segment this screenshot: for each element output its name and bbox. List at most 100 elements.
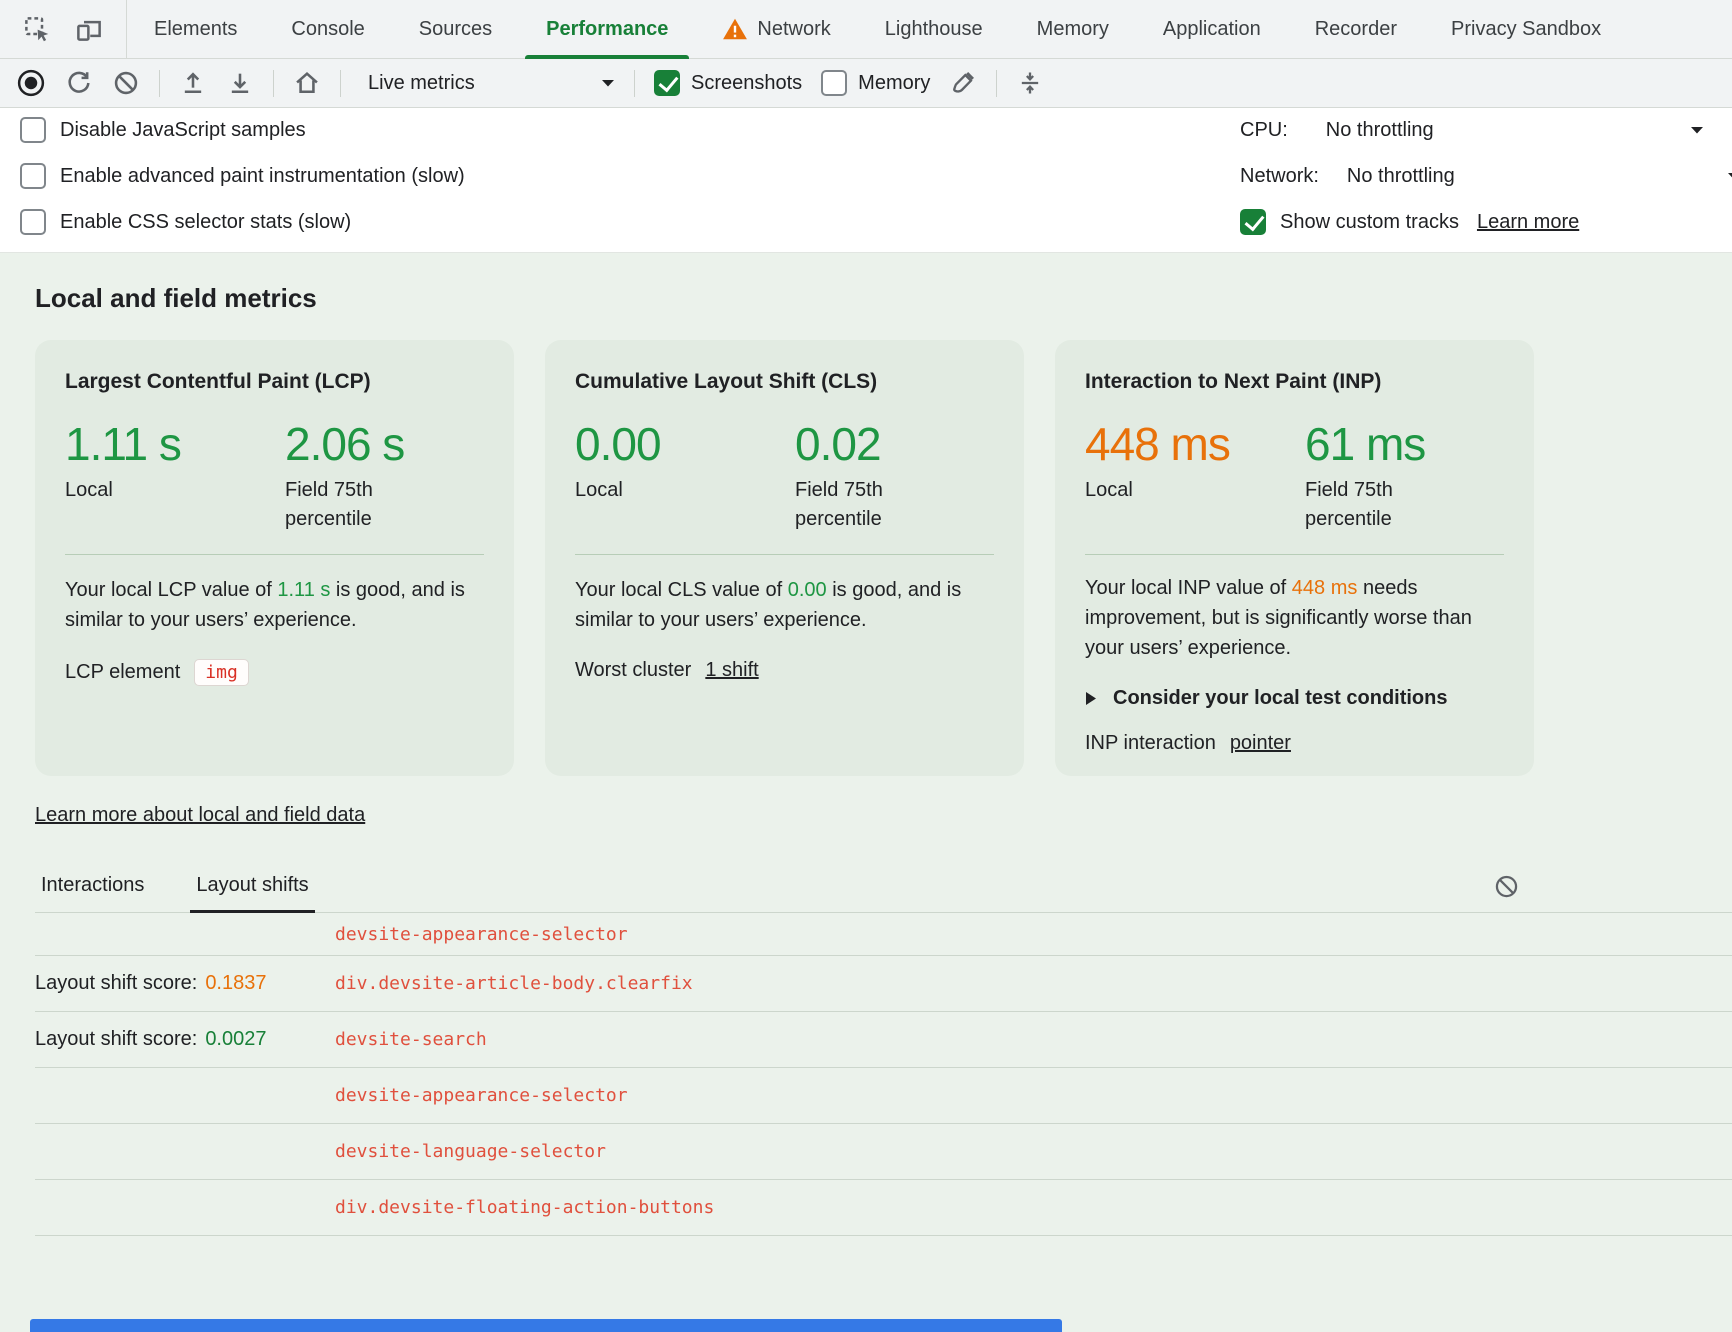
field-label: Field 75th percentile: [1305, 476, 1437, 534]
toolbar-separator: [634, 70, 635, 97]
shift-score: Layout shift score:0.1837: [35, 972, 335, 995]
card-title: Cumulative Layout Shift (CLS): [575, 370, 994, 394]
node-link[interactable]: div.devsite-floating-action-buttons: [335, 1197, 714, 1218]
clear-button[interactable]: [112, 69, 140, 97]
worst-cluster-label: Worst cluster: [575, 659, 691, 682]
live-metrics-view: Local and field metrics Largest Contentf…: [0, 253, 1732, 1332]
cls-local-value: 0.00: [575, 420, 795, 468]
collect-garbage-button[interactable]: [949, 69, 977, 97]
tab-sources[interactable]: Sources: [392, 0, 519, 58]
shift-score: Layout shift score:0.0027: [35, 1028, 335, 1051]
tab-network[interactable]: Network: [695, 0, 857, 58]
device-toolbar-icon: [74, 14, 104, 44]
setting-advanced-paint[interactable]: Enable advanced paint instrumentation (s…: [20, 156, 465, 196]
local-test-conditions-disclosure[interactable]: Consider your local test conditions: [1085, 687, 1504, 710]
inp-field-value: 61 ms: [1305, 420, 1525, 468]
clear-log-button[interactable]: [1493, 873, 1520, 900]
layout-shift-log: devsite-appearance-selector Layout shift…: [35, 913, 1732, 1236]
network-label: Network:: [1240, 165, 1319, 188]
inspect-icon: [22, 14, 52, 44]
chevron-down-icon: [1690, 126, 1704, 134]
cls-card: Cumulative Layout Shift (CLS) 0.00 Local…: [545, 340, 1024, 776]
history-select[interactable]: Live metrics: [360, 72, 615, 95]
local-label: Local: [65, 476, 197, 505]
bottom-blue-bar: [30, 1319, 1062, 1332]
download-profile-button[interactable]: [226, 69, 254, 97]
cls-description: Your local CLS value of 0.00 is good, an…: [575, 575, 994, 635]
metric-cards: Largest Contentful Paint (LCP) 1.11 s Lo…: [35, 340, 1732, 776]
tab-console[interactable]: Console: [264, 0, 391, 58]
custom-tracks-learn-more-link[interactable]: Learn more: [1477, 211, 1579, 234]
layout-shift-row: devsite-appearance-selector: [35, 1068, 1732, 1124]
tab-memory[interactable]: Memory: [1010, 0, 1136, 58]
inp-local-value: 448 ms: [1085, 420, 1305, 468]
worst-cluster-link[interactable]: 1 shift: [705, 659, 758, 682]
tab-interactions[interactable]: Interactions: [35, 874, 150, 912]
tab-application[interactable]: Application: [1136, 0, 1288, 58]
dock-shortcuts-button[interactable]: [1016, 69, 1044, 97]
toolbar-separator: [996, 70, 997, 97]
node-link[interactable]: devsite-search: [335, 1029, 487, 1050]
advanced-paint-checkbox[interactable]: [20, 163, 46, 189]
card-divider: [575, 554, 994, 555]
field-label: Field 75th percentile: [795, 476, 927, 534]
card-divider: [65, 554, 484, 555]
card-title: Interaction to Next Paint (INP): [1085, 370, 1504, 394]
screenshots-checkbox[interactable]: [654, 70, 680, 96]
show-custom-tracks-checkbox[interactable]: [1240, 209, 1266, 235]
layout-shift-row: devsite-appearance-selector: [35, 913, 1732, 956]
field-data-learn-more-link[interactable]: Learn more about local and field data: [35, 804, 365, 827]
devtools-tabbar: Elements Console Sources Performance Net…: [0, 0, 1732, 59]
reload-record-button[interactable]: [65, 69, 93, 97]
upload-profile-button[interactable]: [179, 69, 207, 97]
tab-privacy-sandbox[interactable]: Privacy Sandbox: [1424, 0, 1628, 58]
local-label: Local: [575, 476, 707, 505]
home-button[interactable]: [293, 69, 321, 97]
tab-lighthouse[interactable]: Lighthouse: [858, 0, 1010, 58]
section-title: Local and field metrics: [35, 283, 1732, 314]
node-link[interactable]: div.devsite-article-body.clearfix: [335, 973, 693, 994]
node-link[interactable]: devsite-appearance-selector: [335, 1085, 628, 1106]
record-button[interactable]: [16, 68, 46, 98]
node-link[interactable]: devsite-appearance-selector: [335, 924, 628, 945]
screenshots-setting[interactable]: Screenshots: [654, 70, 802, 96]
setting-css-selector-stats[interactable]: Enable CSS selector stats (slow): [20, 202, 351, 242]
tab-elements[interactable]: Elements: [127, 0, 264, 58]
cpu-value: No throttling: [1326, 119, 1434, 142]
network-throttling-select[interactable]: Network: No throttling: [1240, 156, 1732, 196]
disable-js-samples-checkbox[interactable]: [20, 117, 46, 143]
local-label: Local: [1085, 476, 1217, 505]
memory-setting[interactable]: Memory: [821, 70, 930, 96]
triangle-right-icon: [1085, 691, 1097, 706]
performance-settings: Disable JavaScript samples Enable advanc…: [0, 108, 1732, 253]
card-title: Largest Contentful Paint (LCP): [65, 370, 484, 394]
tabbar-tools: [0, 0, 127, 58]
layout-shift-row: Layout shift score:0.1837 div.devsite-ar…: [35, 956, 1732, 1012]
inp-interaction-link[interactable]: pointer: [1230, 732, 1291, 755]
cpu-throttling-select[interactable]: CPU: No throttling: [1240, 110, 1732, 150]
css-selector-stats-checkbox[interactable]: [20, 209, 46, 235]
tab-recorder[interactable]: Recorder: [1288, 0, 1424, 58]
setting-disable-js-samples[interactable]: Disable JavaScript samples: [20, 110, 306, 150]
lcp-description: Your local LCP value of 1.11 s is good, …: [65, 575, 484, 635]
node-link[interactable]: devsite-language-selector: [335, 1141, 606, 1162]
inp-card: Interaction to Next Paint (INP) 448 ms L…: [1055, 340, 1534, 776]
lcp-element-node-link[interactable]: img: [194, 659, 249, 686]
card-divider: [1085, 554, 1504, 555]
toolbar-separator: [273, 70, 274, 97]
memory-checkbox[interactable]: [821, 70, 847, 96]
inspect-element-button[interactable]: [16, 8, 58, 50]
toolbar-separator: [159, 70, 160, 97]
cpu-label: CPU:: [1240, 119, 1288, 142]
chevron-down-icon: [1727, 172, 1732, 180]
network-value: No throttling: [1347, 165, 1455, 188]
tab-layout-shifts[interactable]: Layout shifts: [190, 874, 314, 912]
device-toolbar-button[interactable]: [68, 8, 110, 50]
log-tab-bar: Interactions Layout shifts: [35, 867, 1732, 913]
chevron-down-icon: [601, 79, 615, 87]
field-label: Field 75th percentile: [285, 476, 417, 534]
cls-field-value: 0.02: [795, 420, 1015, 468]
tab-performance[interactable]: Performance: [519, 0, 695, 58]
setting-show-custom-tracks[interactable]: Show custom tracks Learn more: [1240, 202, 1732, 242]
toolbar-separator: [340, 70, 341, 97]
